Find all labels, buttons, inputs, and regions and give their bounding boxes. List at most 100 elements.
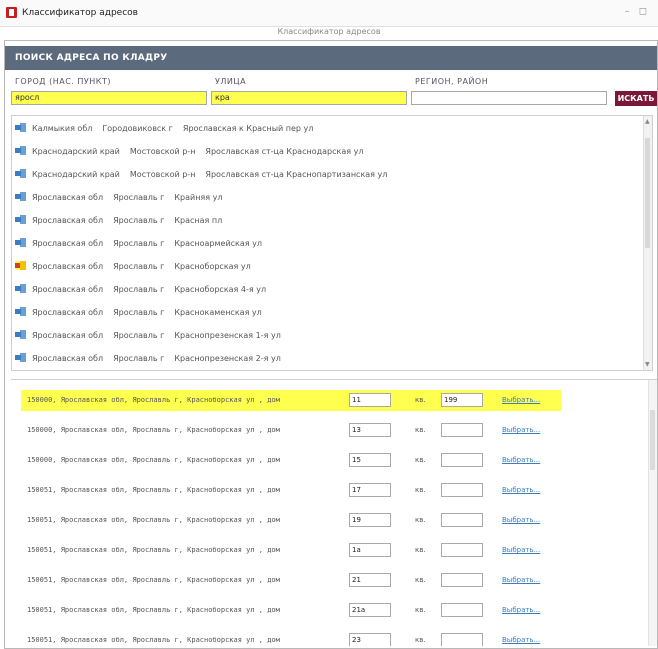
house-address: 150051, Ярославская обл, Ярославль г, Кр…	[27, 636, 280, 644]
street-name: Краснопрезенская 1-я ул	[174, 331, 281, 340]
select-address-link[interactable]: Выбрать...	[502, 426, 540, 434]
street-region: Ярославская обл	[32, 262, 104, 271]
street-row-text: Ярославская обл Ярославль г Красная пл	[32, 216, 232, 225]
street-region: Краснодарский край	[32, 147, 120, 156]
house-number-input[interactable]: 19	[349, 513, 391, 527]
apartment-label: кв.	[415, 516, 426, 524]
house-row: 150051, Ярославская обл, Ярославль г, Кр…	[21, 510, 561, 531]
window-controls[interactable]: – ◻	[625, 6, 650, 17]
house-number-input[interactable]: 21а	[349, 603, 391, 617]
house-address: 150051, Ярославская обл, Ярославль г, Кр…	[27, 576, 280, 584]
select-address-link[interactable]: Выбрать...	[502, 576, 540, 584]
street-row[interactable]: Ярославская обл Ярославль г Крайняя ул	[12, 185, 646, 209]
street-row[interactable]: Ярославская обл Ярославль г Красная пл	[12, 208, 646, 232]
apartment-input[interactable]	[441, 573, 483, 587]
address-icon[interactable]	[15, 284, 26, 293]
street-name: Красноборская ул	[174, 262, 251, 271]
street-row-text: Ярославская обл Ярославль г Краснопрезенск…	[32, 331, 291, 340]
street-row[interactable]: Ярославская обл Ярославль г Краснокаменска…	[12, 300, 646, 324]
apartment-label: кв.	[415, 636, 426, 644]
region-label: РЕГИОН, РАЙОН	[415, 77, 489, 86]
house-row: 150000, Ярославская обл, Ярославль г, Кр…	[21, 390, 561, 411]
street-city: Ярославль г	[113, 285, 165, 294]
address-icon[interactable]	[15, 169, 26, 178]
city-input[interactable]: яросл	[11, 91, 207, 105]
window-title: Классификатор адресов	[22, 8, 138, 18]
address-icon[interactable]	[15, 307, 26, 316]
address-icon[interactable]	[15, 238, 26, 247]
street-region: Ярославская обл	[32, 285, 104, 294]
address-icon[interactable]	[15, 146, 26, 155]
apartment-label: кв.	[415, 396, 426, 404]
street-city: Ярославль г	[113, 193, 165, 202]
street-row[interactable]: Ярославская обл Ярославль г Красноармейска…	[12, 231, 646, 255]
street-input[interactable]: кра	[211, 91, 407, 105]
house-number-input[interactable]: 21	[349, 573, 391, 587]
street-region: Ярославская обл	[32, 216, 104, 225]
apartment-label: кв.	[415, 576, 426, 584]
search-button[interactable]: ИСКАТЬ	[615, 91, 657, 106]
house-address: 150051, Ярославская обл, Ярославль г, Кр…	[27, 546, 280, 554]
apartment-label: кв.	[415, 546, 426, 554]
region-input[interactable]	[411, 91, 607, 105]
street-city: Ярославль г	[113, 331, 165, 340]
street-row[interactable]: Ярославская обл Ярославль г Красноборская …	[12, 277, 646, 301]
apartment-input[interactable]	[441, 453, 483, 467]
street-region: Ярославская обл	[32, 331, 104, 340]
street-region: Ярославская обл	[32, 239, 104, 248]
select-address-link[interactable]: Выбрать...	[502, 486, 540, 494]
street-results-list: ▲ ▼ Калмыкия обл Городовиковск г Ярославск…	[11, 115, 653, 371]
street-city: Ярославль г	[113, 262, 165, 271]
apartment-input[interactable]	[441, 633, 483, 646]
apartment-input[interactable]	[441, 423, 483, 437]
select-address-link[interactable]: Выбрать...	[502, 636, 540, 644]
city-label: ГОРОД (НАС. ПУНКТ)	[15, 77, 111, 86]
select-address-link[interactable]: Выбрать...	[502, 606, 540, 614]
select-address-link[interactable]: Выбрать...	[502, 516, 540, 524]
street-row-text: Ярославская обл Ярославль г Краснопрезенск…	[32, 354, 291, 363]
street-region: Ярославская обл	[32, 193, 104, 202]
street-city: Мостовской р-н	[129, 147, 196, 156]
apartment-label: кв.	[415, 606, 426, 614]
house-row: 150051, Ярославская обл, Ярославль г, Кр…	[21, 600, 561, 621]
house-results-list: 150000, Ярославская обл, Ярославль г, Кр…	[11, 379, 657, 646]
street-city: Ярославль г	[113, 216, 165, 225]
address-icon-selected[interactable]	[15, 261, 26, 270]
street-row[interactable]: Краснодарский край Мостовской р-н Ярославс…	[12, 162, 646, 186]
street-row[interactable]: Ярославская обл Ярославль г Красноборская …	[12, 254, 646, 278]
street-name: Ярославская к Красный пер ул	[182, 124, 314, 133]
street-row-text: Ярославская обл Ярославль г Красноборская …	[32, 285, 276, 294]
street-row-text: Калмыкия обл Городовиковск г Ярославская к…	[32, 124, 323, 133]
house-number-input[interactable]: 13	[349, 423, 391, 437]
house-number-input[interactable]: 23	[349, 633, 391, 646]
street-region: Краснодарский край	[32, 170, 120, 179]
street-row[interactable]: Ярославская обл Ярославль г Краснопрезенск…	[12, 346, 646, 370]
house-number-input[interactable]: 17	[349, 483, 391, 497]
select-address-link[interactable]: Выбрать...	[502, 396, 540, 404]
house-number-input[interactable]: 11	[349, 393, 391, 407]
apartment-input[interactable]	[441, 483, 483, 497]
house-number-input[interactable]: 15	[349, 453, 391, 467]
address-icon[interactable]	[15, 192, 26, 201]
apartment-input[interactable]: 199	[441, 393, 483, 407]
apartment-input[interactable]	[441, 603, 483, 617]
street-city: Ярославль г	[113, 239, 165, 248]
house-number-input[interactable]: 1а	[349, 543, 391, 557]
street-name: Красная пл	[174, 216, 223, 225]
select-address-link[interactable]: Выбрать...	[502, 546, 540, 554]
street-row[interactable]: Ярославская обл Ярославль г Краснопрезенск…	[12, 323, 646, 347]
scroll-thumb[interactable]	[650, 410, 655, 470]
apartment-input[interactable]	[441, 543, 483, 557]
address-search-panel: ПОИСК АДРЕСА ПО КЛАДРУ ГОРОД (НАС. ПУНКТ…	[4, 40, 658, 649]
street-row[interactable]: Калмыкия обл Городовиковск г Ярославская к…	[12, 116, 646, 140]
house-list-scrollbar[interactable]	[648, 380, 657, 646]
apartment-label: кв.	[415, 486, 426, 494]
apartment-input[interactable]	[441, 513, 483, 527]
address-icon[interactable]	[15, 215, 26, 224]
street-label: УЛИЦА	[215, 77, 247, 86]
street-row[interactable]: Краснодарский край Мостовской р-н Ярославс…	[12, 139, 646, 163]
address-icon[interactable]	[15, 330, 26, 339]
address-icon[interactable]	[15, 353, 26, 362]
select-address-link[interactable]: Выбрать...	[502, 456, 540, 464]
address-icon[interactable]	[15, 123, 26, 132]
